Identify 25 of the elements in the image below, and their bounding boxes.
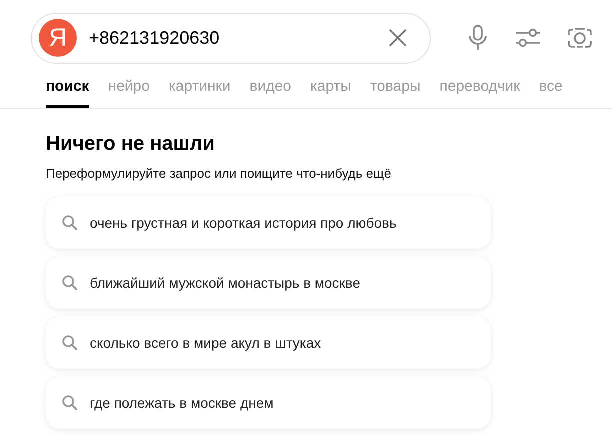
empty-title: Ничего не нашли (46, 133, 216, 156)
suggestion-item[interactable]: очень грустная и короткая история про любовь (46, 197, 491, 249)
suggestion-item[interactable]: сколько всего в мире акул в штуках (46, 317, 491, 369)
search-icon (62, 215, 78, 231)
camera-icon[interactable] (567, 26, 593, 50)
close-icon[interactable] (388, 28, 408, 48)
tab[interactable]: все (539, 65, 563, 108)
empty-subtitle: Переформулируйте запрос или поищите что-нибудь ещё (46, 166, 392, 181)
microphone-icon[interactable] (467, 25, 489, 51)
search-icon (62, 275, 78, 291)
tab[interactable]: видео (250, 65, 292, 108)
tab[interactable]: переводчик (440, 65, 520, 108)
search-icon (62, 395, 78, 411)
tab[interactable]: товары (370, 65, 421, 108)
suggestion-item[interactable]: ближайший мужской монастырь в москве (46, 257, 491, 309)
tab[interactable]: нейро (108, 65, 150, 108)
search-field[interactable]: Я +862131920630 (31, 12, 431, 64)
search-input[interactable]: +862131920630 (89, 28, 376, 48)
tab[interactable]: картинки (169, 65, 231, 108)
tab[interactable]: поиск (46, 65, 90, 108)
search-icon (62, 335, 78, 351)
suggestion-item[interactable]: где полежать в москве днем (46, 377, 491, 429)
settings-icon[interactable] (515, 27, 541, 49)
logo[interactable]: Я (39, 19, 77, 57)
tab[interactable]: карты (310, 65, 352, 108)
